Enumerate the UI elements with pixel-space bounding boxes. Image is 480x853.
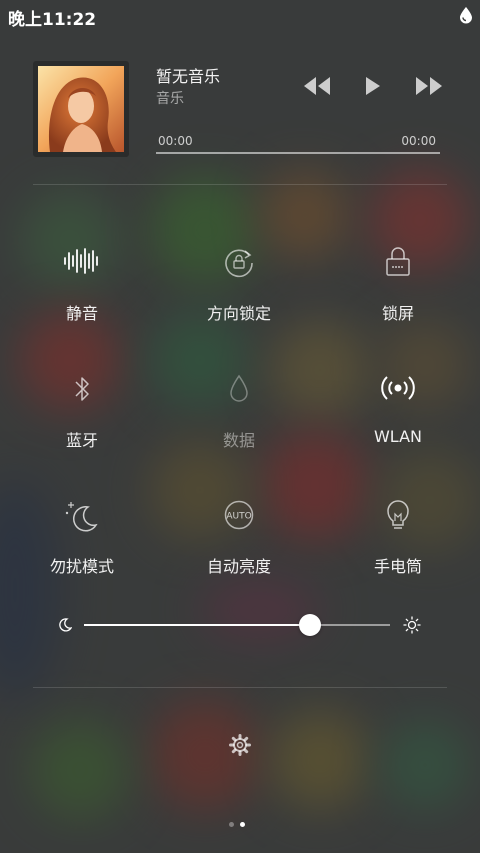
toggle-flashlight-label: 手电筒 <box>373 557 422 576</box>
moon-small-icon <box>58 617 73 637</box>
song-title: 暂无音乐 <box>156 67 221 86</box>
wifi-icon <box>380 373 416 409</box>
toggle-wlan-label: WLAN <box>373 427 422 446</box>
toggle-wlan[interactable]: WLAN <box>328 373 468 463</box>
brightness-slider[interactable] <box>58 610 423 640</box>
toggle-mobile-data-label: 数据 <box>222 431 255 450</box>
moon-icon <box>62 499 102 537</box>
total-time: 00:00 <box>401 134 436 148</box>
data-drop-icon <box>228 373 250 409</box>
toggle-lock-screen[interactable]: 锁屏 <box>328 246 468 336</box>
divider-top <box>33 184 447 185</box>
album-art[interactable] <box>33 61 129 157</box>
page-dot <box>240 822 245 827</box>
bulb-icon <box>385 499 411 537</box>
play-icon[interactable] <box>364 75 382 101</box>
sun-icon <box>403 616 421 638</box>
page-dot <box>229 822 234 827</box>
brightness-thumb[interactable] <box>299 614 322 636</box>
toggle-flashlight[interactable]: 手电筒 <box>328 499 468 589</box>
toggle-do-not-disturb[interactable]: 勿扰模式 <box>12 499 152 589</box>
auto-brightness-icon: AUTO <box>222 499 256 535</box>
brightness-track-fill <box>84 624 311 626</box>
divider-bottom <box>33 687 447 688</box>
toggle-rotation-lock[interactable]: 方向锁定 <box>169 246 309 336</box>
toggle-mobile-data[interactable]: 数据 <box>169 373 309 463</box>
toggle-rotation-lock-label: 方向锁定 <box>206 304 271 323</box>
water-drop-icon <box>458 6 474 28</box>
toggle-auto-brightness[interactable]: AUTO 自动亮度 <box>169 499 309 589</box>
svg-text:AUTO: AUTO <box>226 512 251 522</box>
rotation-lock-icon <box>222 246 256 282</box>
status-bar: 晚上11:22 <box>0 0 480 30</box>
toggle-bluetooth-label: 蓝牙 <box>65 431 98 450</box>
toggle-auto-brightness-label: 自动亮度 <box>206 557 271 576</box>
toggle-do-not-disturb-label: 勿扰模式 <box>49 557 114 576</box>
sound-wave-icon <box>62 246 102 280</box>
music-player: 暂无音乐 音乐 00:00 00:00 <box>0 55 480 165</box>
rewind-icon[interactable] <box>303 75 331 101</box>
lock-icon <box>384 246 412 282</box>
toggle-bluetooth[interactable]: 蓝牙 <box>12 373 152 463</box>
bluetooth-icon <box>71 373 93 409</box>
toggle-lock-screen-label: 锁屏 <box>381 304 414 323</box>
toggle-mute-label: 静音 <box>65 304 98 323</box>
brightness-track[interactable] <box>84 624 390 626</box>
elapsed-time: 00:00 <box>158 134 193 148</box>
status-time: 晚上11:22 <box>8 10 97 30</box>
page-indicator <box>229 812 251 831</box>
gear-icon[interactable] <box>228 733 252 761</box>
toggle-mute[interactable]: 静音 <box>12 246 152 336</box>
playback-progress-bar[interactable] <box>156 152 440 154</box>
fast-forward-icon[interactable] <box>415 75 443 101</box>
song-subtitle: 音乐 <box>156 91 184 107</box>
